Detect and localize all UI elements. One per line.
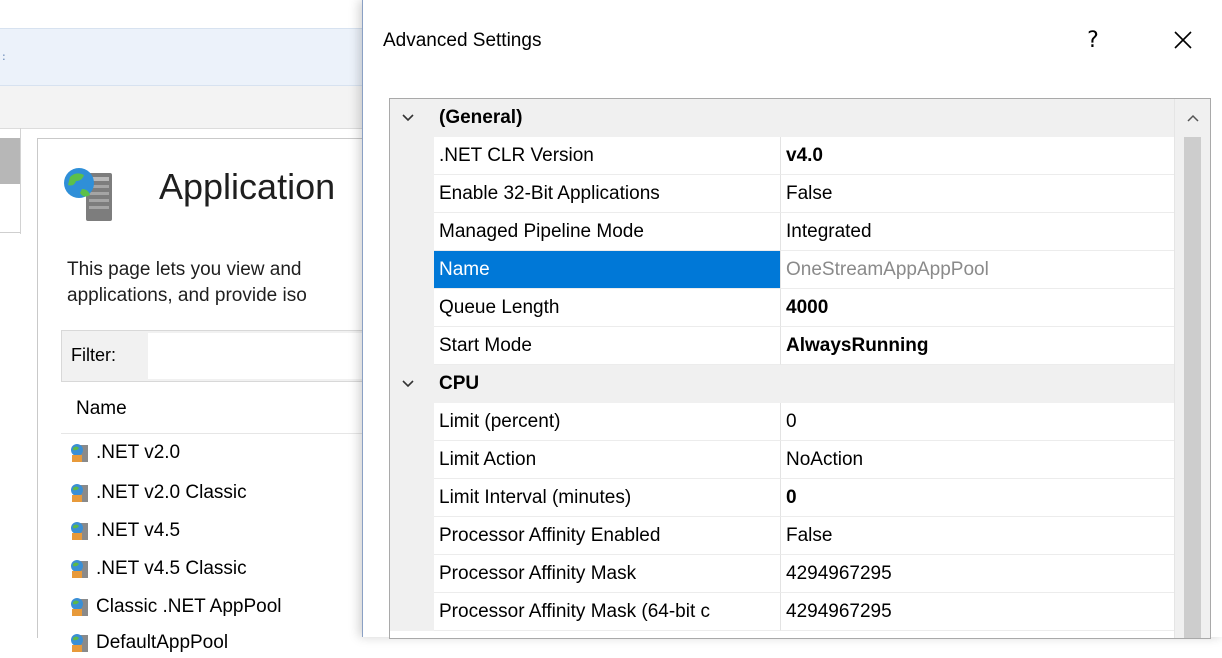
page-title: Application [159,166,336,207]
pool-icon [71,598,88,616]
dialog-title: Advanced Settings [383,30,542,51]
property-value[interactable]: NoAction [781,441,1174,479]
category-label: CPU [439,373,480,394]
scroll-up-button[interactable] [1175,99,1210,137]
property-value[interactable]: v4.0 [781,137,1174,175]
property-name: Processor Affinity Mask [434,555,781,593]
close-icon [1174,31,1192,49]
help-icon: ? [1087,27,1099,53]
property-name: .NET CLR Version [434,137,781,175]
close-button[interactable] [1163,22,1203,58]
chevron-down-icon[interactable] [398,365,418,403]
list-item[interactable]: .NET v4.5 Classic [70,554,370,584]
property-name: Managed Pipeline Mode [434,213,781,251]
property-row[interactable]: Processor Affinity Mask (64-bit c 429496… [390,593,1174,631]
property-name: Limit (percent) [434,403,781,441]
property-value[interactable]: 4000 [781,289,1174,327]
advanced-settings-dialog: Advanced Settings ? (General) .NET CLR V… [362,0,1222,639]
category-general[interactable]: (General) [390,99,1174,137]
property-row[interactable]: Limit Interval (minutes) 0 [390,479,1174,517]
property-name: Enable 32-Bit Applications [434,175,781,213]
pane-divider [0,232,21,233]
address-bar[interactable]: : [0,28,380,86]
property-value[interactable]: False [781,517,1174,555]
property-value[interactable]: 0 [781,479,1174,517]
category-cpu[interactable]: CPU [390,365,1174,403]
property-row[interactable]: Processor Affinity Mask 4294967295 [390,555,1174,593]
pool-icon [71,560,88,578]
column-header-name[interactable]: Name [76,398,127,420]
property-row[interactable]: Processor Affinity Enabled False [390,517,1174,555]
property-name: Name [434,251,781,289]
vertical-scrollbar[interactable] [1174,99,1210,638]
property-name: Limit Action [434,441,781,479]
address-separator-icon: : [2,50,6,63]
filter-input[interactable] [148,333,382,379]
property-name: Start Mode [434,327,781,365]
property-value[interactable]: OneStreamAppAppPool [781,251,1174,289]
help-button[interactable]: ? [1078,22,1108,58]
list-item[interactable]: DefaultAppPool [70,628,370,658]
property-row-selected[interactable]: Name OneStreamAppAppPool [390,251,1174,289]
property-value[interactable]: 4294967295 [781,593,1174,631]
app-pools-icon [64,168,112,221]
property-name: Queue Length [434,289,781,327]
pool-name: DefaultAppPool [96,632,229,653]
property-value[interactable]: AlwaysRunning [781,327,1174,365]
list-item[interactable]: Classic .NET AppPool [70,592,370,622]
property-value[interactable]: 0 [781,403,1174,441]
scrollbar-thumb[interactable] [1184,137,1201,638]
pool-icon [71,444,88,462]
property-row[interactable]: Enable 32-Bit Applications False [390,175,1174,213]
property-value[interactable]: 4294967295 [781,555,1174,593]
property-row[interactable]: .NET CLR Version v4.0 [390,137,1174,175]
page-description: This page lets you view and applications… [67,257,367,309]
chevron-down-icon[interactable] [398,99,418,137]
list-item[interactable]: .NET v4.5 [70,516,370,546]
list-item[interactable]: .NET v2.0 [70,438,370,468]
property-row[interactable]: Queue Length 4000 [390,289,1174,327]
scroll-up-arrow-icon [1186,114,1199,122]
pool-name: .NET v2.0 [96,442,181,463]
property-row[interactable]: Limit (percent) 0 [390,403,1174,441]
filter-bar: Filter: [61,330,382,382]
pool-icon [71,484,88,502]
pool-name: .NET v2.0 Classic [96,482,247,503]
list-item[interactable]: .NET v2.0 Classic [70,478,370,508]
property-value[interactable]: Integrated [781,213,1174,251]
filter-label: Filter: [71,345,116,365]
menu-toolbar [0,86,380,129]
property-name: Processor Affinity Enabled [434,517,781,555]
property-name: Processor Affinity Mask (64-bit c [434,593,781,631]
property-name: Limit Interval (minutes) [434,479,781,517]
property-grid: (General) .NET CLR Version v4.0 Enable 3… [389,98,1211,639]
pool-icon [71,522,88,540]
property-row[interactable]: Managed Pipeline Mode Integrated [390,213,1174,251]
property-row[interactable]: Limit Action NoAction [390,441,1174,479]
pane-divider [20,128,21,234]
property-value[interactable]: False [781,175,1174,213]
category-label: (General) [439,107,523,128]
description-line: applications, and provide iso [67,285,307,306]
connections-pane-scrollbar[interactable] [0,138,20,184]
pool-icon [71,634,88,652]
pool-name: .NET v4.5 [96,520,181,541]
pool-name: Classic .NET AppPool [96,596,282,617]
pool-name: .NET v4.5 Classic [96,558,247,579]
description-line: This page lets you view and [67,259,302,280]
property-row[interactable]: Start Mode AlwaysRunning [390,327,1174,365]
connections-pane [0,132,22,637]
